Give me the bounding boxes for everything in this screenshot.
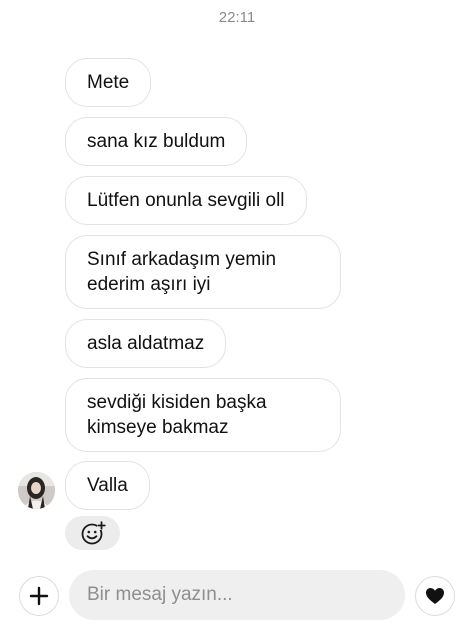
sender-avatar[interactable]	[18, 472, 55, 509]
attach-button[interactable]	[19, 576, 59, 616]
message-input[interactable]	[69, 570, 405, 620]
message-bubble[interactable]: Mete	[65, 58, 152, 107]
message-bubble[interactable]: Sınıf arkadaşım yemin ederim aşırı iyi	[65, 235, 341, 309]
message-composer	[0, 570, 474, 622]
add-reaction-smiley-icon	[81, 521, 106, 545]
message-bubble[interactable]: Lütfen onunla sevgili oll	[65, 176, 307, 225]
like-button[interactable]	[415, 576, 455, 616]
plus-icon	[29, 586, 49, 606]
message-bubble[interactable]: asla aldatmaz	[65, 319, 227, 368]
avatar-image	[18, 472, 55, 509]
message-bubble[interactable]: sana kız buldum	[65, 117, 248, 166]
message-timestamp: 22:11	[218, 9, 256, 26]
message-bubble[interactable]: Valla	[65, 461, 150, 510]
message-bubble[interactable]: sevdiği kisiden başka kimseye bakmaz	[65, 378, 341, 452]
heart-icon	[426, 588, 444, 604]
add-reaction-button[interactable]	[65, 516, 120, 550]
